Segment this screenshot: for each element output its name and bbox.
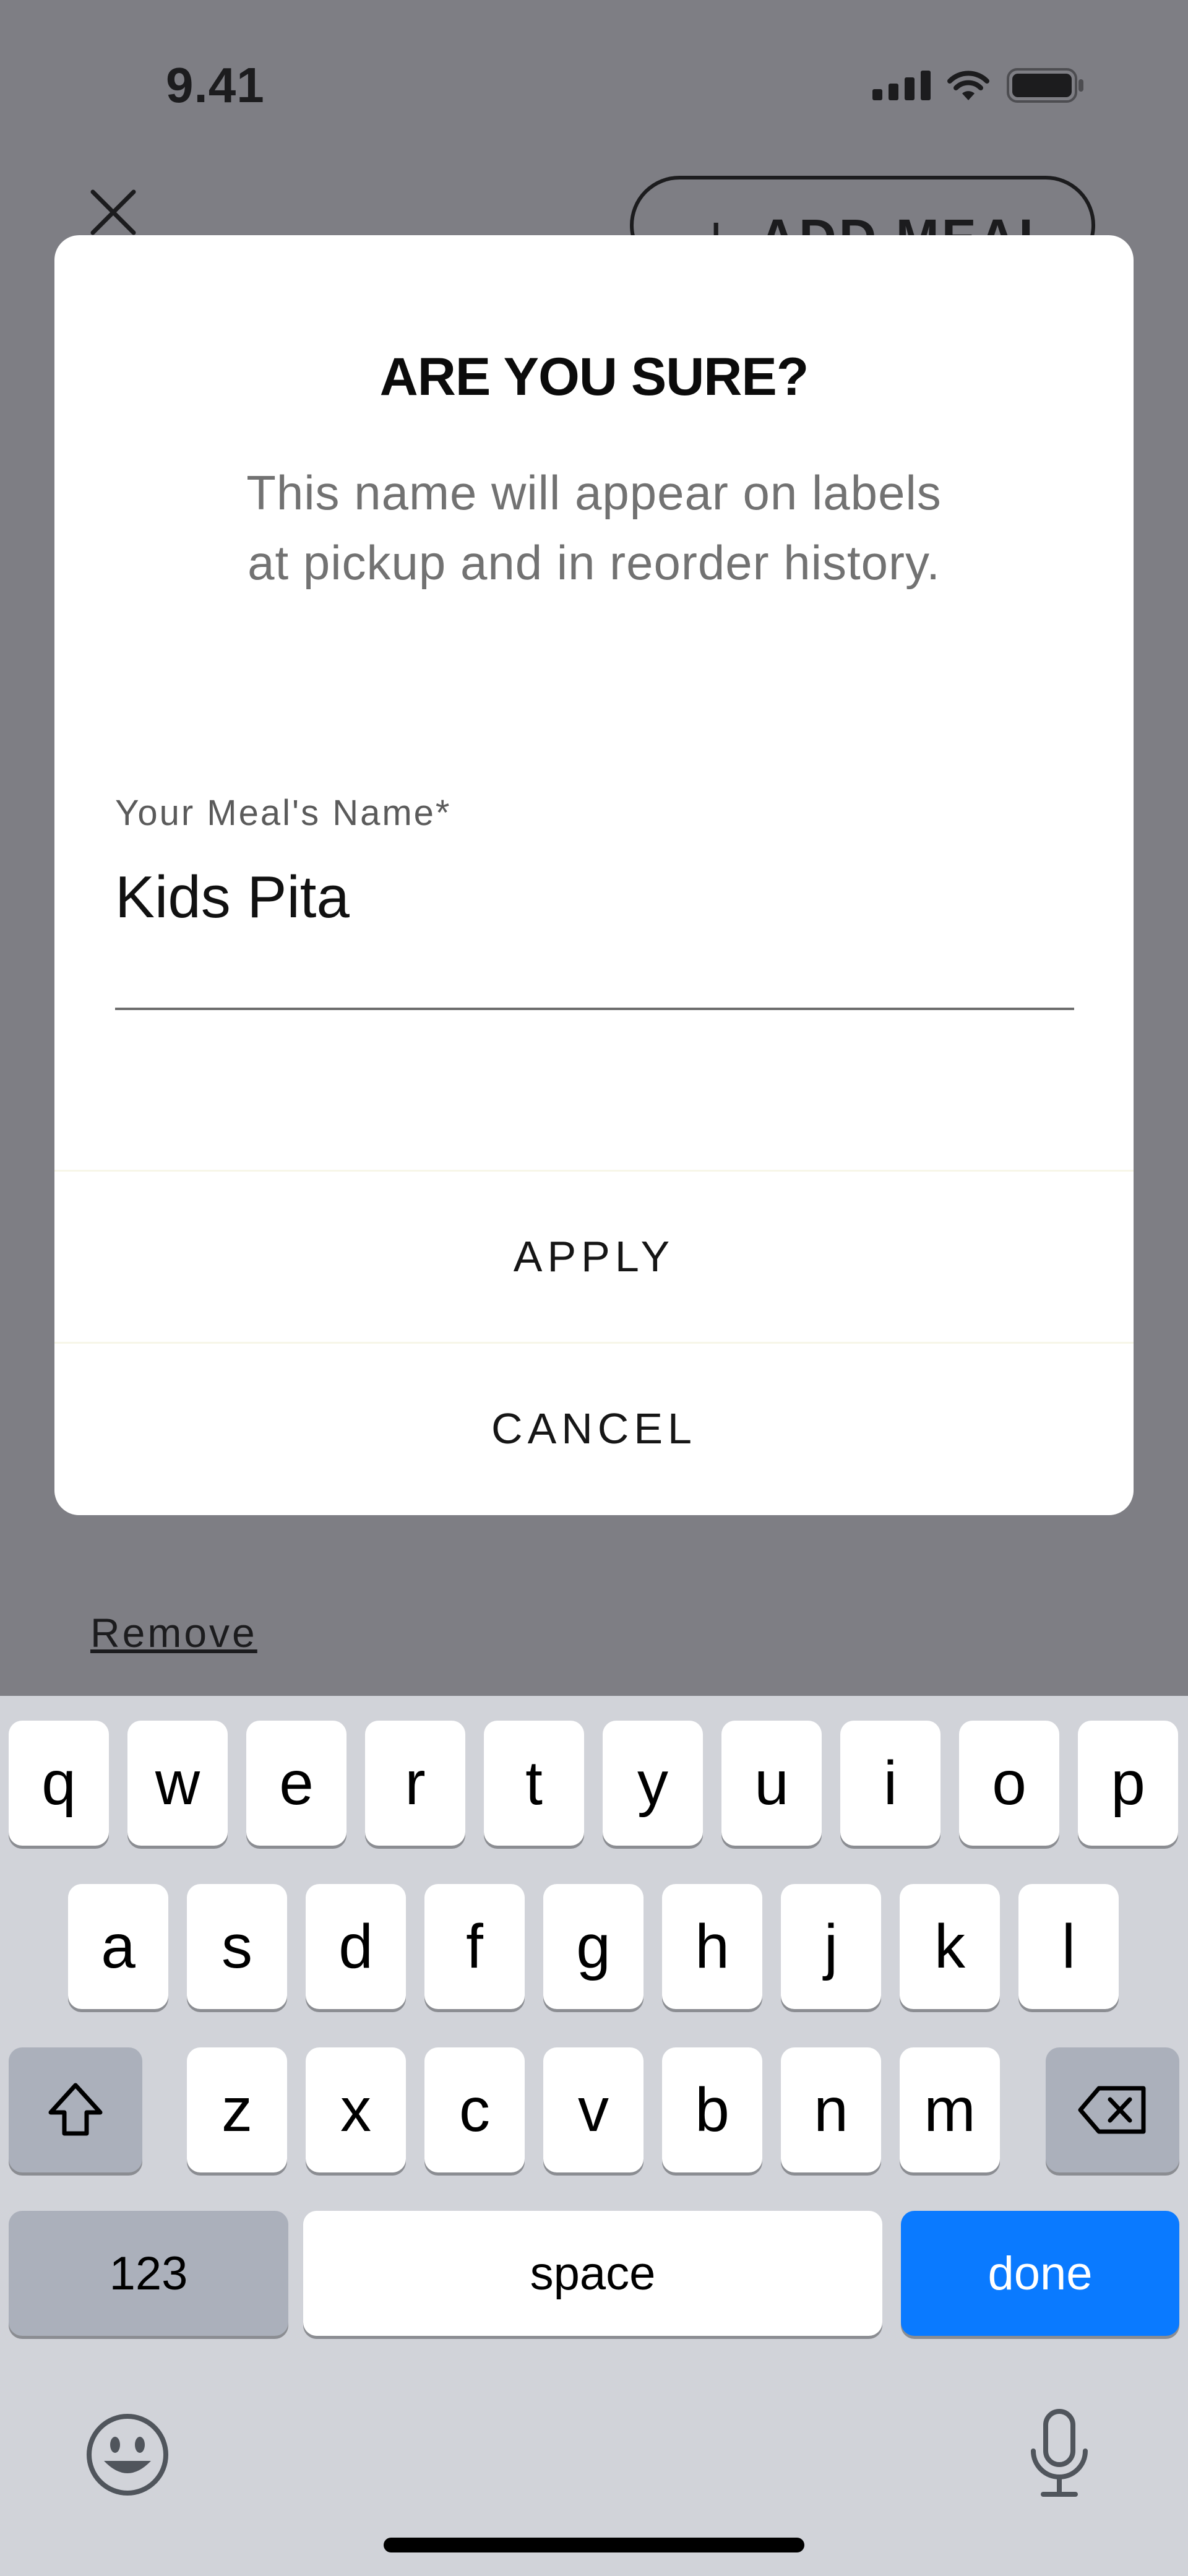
cancel-button[interactable]: CANCEL — [54, 1343, 1134, 1514]
numbers-key[interactable]: 123 — [9, 2211, 288, 2336]
meal-name-input[interactable] — [115, 860, 1074, 935]
backspace-icon — [1078, 2086, 1146, 2134]
key-o[interactable]: o — [959, 1721, 1059, 1846]
key-h[interactable]: h — [662, 1884, 762, 2009]
microphone-icon[interactable] — [1022, 2408, 1096, 2500]
input-underline — [115, 1008, 1074, 1010]
key-p[interactable]: p — [1078, 1721, 1178, 1846]
key-d[interactable]: d — [306, 1884, 406, 2009]
key-b[interactable]: b — [662, 2047, 762, 2172]
key-s[interactable]: s — [187, 1884, 287, 2009]
emoji-icon[interactable] — [85, 2413, 170, 2497]
key-a[interactable]: a — [68, 1884, 168, 2009]
keyboard: q w e r t y u i o p a s d f g h j k l z … — [0, 1696, 1188, 2576]
key-q[interactable]: q — [9, 1721, 109, 1846]
close-icon[interactable] — [85, 184, 141, 240]
shift-icon — [48, 2083, 103, 2136]
apply-button[interactable]: APPLY — [54, 1171, 1134, 1342]
shift-key[interactable] — [9, 2047, 142, 2172]
key-w[interactable]: w — [127, 1721, 228, 1846]
key-m[interactable]: m — [900, 2047, 1000, 2172]
key-l[interactable]: l — [1018, 1884, 1119, 2009]
key-f[interactable]: f — [424, 1884, 525, 2009]
status-icons — [872, 67, 1087, 104]
home-indicator — [384, 2538, 804, 2552]
space-key[interactable]: space — [303, 2211, 882, 2336]
key-k[interactable]: k — [900, 1884, 1000, 2009]
key-x[interactable]: x — [306, 2047, 406, 2172]
key-j[interactable]: j — [781, 1884, 881, 2009]
wifi-icon — [947, 71, 989, 100]
key-n[interactable]: n — [781, 2047, 881, 2172]
backspace-key[interactable] — [1046, 2047, 1179, 2172]
dialog-title: ARE YOU SURE? — [379, 347, 809, 407]
remove-link[interactable]: Remove — [90, 1609, 257, 1656]
confirm-dialog: ARE YOU SURE? This name will appear on l… — [54, 235, 1134, 1515]
signal-icon — [872, 71, 931, 100]
key-i[interactable]: i — [840, 1721, 940, 1846]
key-r[interactable]: r — [365, 1721, 465, 1846]
key-u[interactable]: u — [721, 1721, 822, 1846]
dialog-message: This name will appear on labels at picku… — [246, 465, 942, 590]
done-key[interactable]: done — [901, 2211, 1179, 2336]
key-y[interactable]: y — [603, 1721, 703, 1846]
key-c[interactable]: c — [424, 2047, 525, 2172]
status-time: 9.41 — [166, 58, 265, 113]
meal-name-label: Your Meal's Name* — [115, 793, 452, 833]
battery-icon — [1007, 68, 1083, 103]
key-e[interactable]: e — [246, 1721, 346, 1846]
key-g[interactable]: g — [543, 1884, 644, 2009]
key-t[interactable]: t — [484, 1721, 584, 1846]
key-v[interactable]: v — [543, 2047, 644, 2172]
key-z[interactable]: z — [187, 2047, 287, 2172]
